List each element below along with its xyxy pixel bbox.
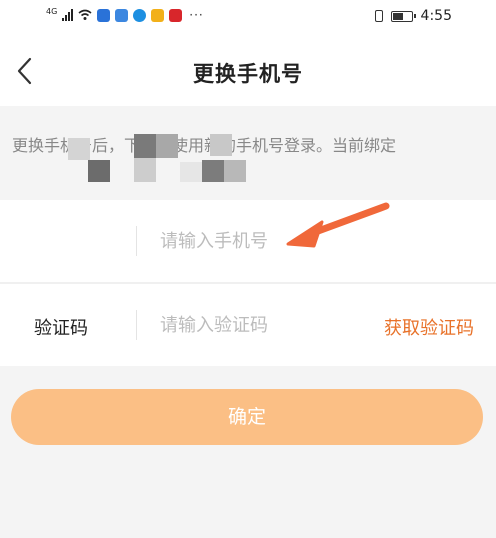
field-divider bbox=[136, 226, 137, 256]
mosaic-block bbox=[180, 162, 202, 182]
get-code-button[interactable]: 获取验证码 bbox=[384, 314, 474, 340]
code-input[interactable] bbox=[160, 308, 360, 342]
network-type: 4G bbox=[46, 6, 58, 16]
mosaic-block bbox=[156, 134, 178, 158]
mosaic-block bbox=[134, 134, 156, 158]
code-row: 验证码 获取验证码 bbox=[0, 284, 496, 366]
mosaic-block bbox=[210, 134, 232, 156]
app-weibo-icon bbox=[151, 8, 165, 22]
mosaic-block bbox=[134, 158, 156, 182]
app-map-icon bbox=[115, 8, 129, 22]
app-browser-icon bbox=[133, 8, 147, 22]
battery-fill bbox=[392, 12, 403, 20]
app-news-icon bbox=[169, 8, 183, 22]
mosaic-block bbox=[202, 160, 224, 182]
mosaic-block bbox=[224, 160, 246, 182]
code-label: 验证码 bbox=[34, 318, 88, 339]
status-bar: 4G ··· 4:55 bbox=[0, 0, 496, 36]
more-notifications-icon: ··· bbox=[189, 8, 204, 22]
phone-row bbox=[0, 200, 496, 282]
app-shield-icon bbox=[97, 8, 111, 22]
nav-bar: 更换手机号 bbox=[0, 36, 496, 106]
mosaic-block bbox=[68, 138, 90, 160]
status-right: 4:55 bbox=[374, 8, 452, 24]
page-title: 更换手机号 bbox=[193, 62, 303, 86]
clock: 4:55 bbox=[420, 8, 452, 24]
vibrate-icon bbox=[374, 10, 383, 22]
mosaic-block bbox=[88, 160, 110, 182]
status-left: 4G ··· bbox=[46, 6, 204, 23]
wifi-icon bbox=[78, 9, 92, 20]
signal-icon bbox=[62, 9, 74, 21]
confirm-button[interactable]: 确定 bbox=[11, 389, 483, 445]
field-divider bbox=[136, 310, 137, 340]
annotation-arrow-icon bbox=[286, 202, 390, 248]
redaction-mosaic bbox=[60, 124, 280, 188]
battery-icon bbox=[390, 10, 416, 22]
